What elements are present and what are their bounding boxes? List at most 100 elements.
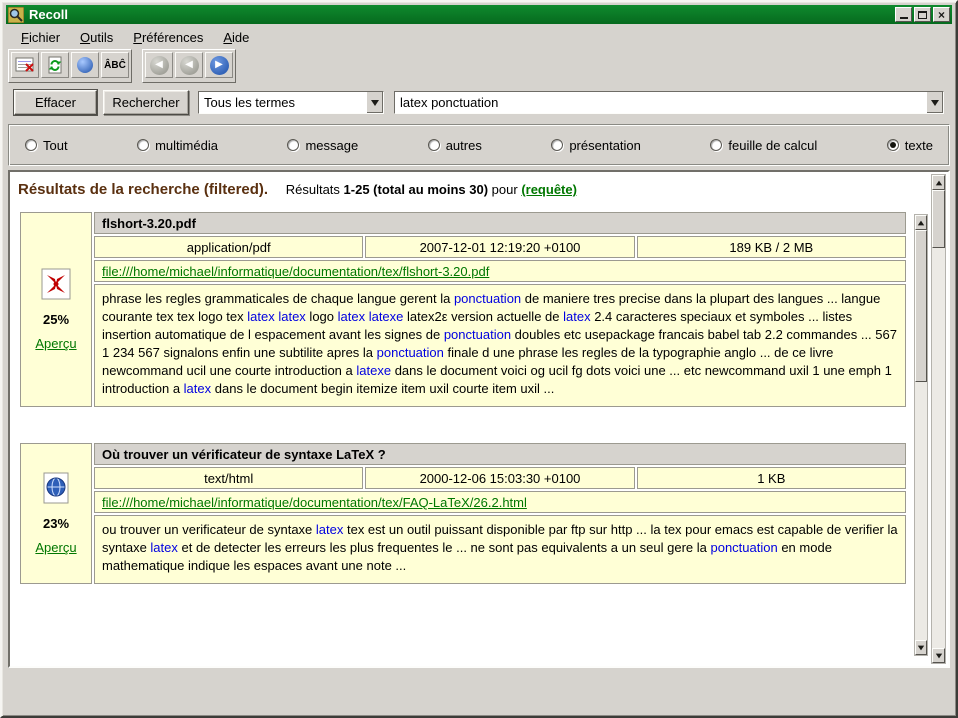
arrow-up-icon [918, 220, 924, 225]
preview-link[interactable]: Aperçu [35, 540, 76, 555]
result-date: 2007-12-01 12:19:20 +0100 [365, 236, 634, 258]
radio-icon [710, 139, 722, 151]
search-button[interactable]: Rechercher [103, 90, 189, 115]
next-page-button[interactable]: ▶ [205, 52, 233, 78]
result-url-row: file:///home/michael/informatique/docume… [94, 491, 906, 513]
first-page-button[interactable]: ◀ [145, 52, 173, 78]
clear-button[interactable]: Effacer [14, 90, 97, 115]
menu-item-aide[interactable]: Aide [214, 28, 258, 47]
clear-search-tool-button[interactable] [11, 52, 39, 78]
update-index-button[interactable] [41, 52, 69, 78]
menu-item-preferences[interactable]: Préférences [124, 28, 212, 47]
previous-page-icon: ◀ [180, 56, 199, 75]
filter-label: présentation [569, 138, 641, 153]
results-pane: Résultats de la recherche (filtered). Ré… [8, 170, 950, 668]
term-explorer-button[interactable] [71, 52, 99, 78]
result-url-link[interactable]: file:///home/michael/informatique/docume… [102, 495, 527, 510]
arrow-up-icon [935, 180, 941, 185]
status-bar [6, 671, 952, 713]
abstract-text: latex2ε version actuelle de [403, 309, 563, 324]
scroll-down-button[interactable] [915, 640, 927, 655]
radio-icon [137, 139, 149, 151]
search-mode-dropdown-button[interactable] [366, 92, 383, 113]
scrollbar-track[interactable] [915, 230, 927, 640]
pdf-icon [41, 268, 71, 300]
search-mode-select[interactable]: Tous les termes [198, 91, 384, 114]
radio-icon [428, 139, 440, 151]
result-meta-row: text/html 2000-12-06 15:03:30 +0100 1 KB [94, 467, 906, 489]
spell-tool-button[interactable]: ÂBĈ [101, 52, 129, 78]
arrow-down-icon [918, 645, 924, 650]
menubar: FichierOutilsPréférencesAide [6, 26, 952, 48]
abstract-text: logo [306, 309, 338, 324]
chevron-down-icon [931, 100, 939, 106]
maximize-button[interactable] [914, 7, 931, 22]
filter-label: autres [446, 138, 482, 153]
search-input[interactable] [395, 92, 926, 113]
preview-link[interactable]: Aperçu [35, 336, 76, 351]
next-page-icon: ▶ [210, 56, 229, 75]
filter-radio-tout[interactable]: Tout [25, 138, 68, 153]
relevance-percent: 23% [43, 516, 69, 531]
result-mime-type: application/pdf [94, 236, 363, 258]
result-url-link[interactable]: file:///home/michael/informatique/docume… [102, 264, 489, 279]
filter-label: feuille de calcul [728, 138, 817, 153]
scroll-up-button[interactable] [932, 175, 945, 190]
results-header: Résultats de la recherche (filtered). Ré… [10, 172, 948, 198]
filter-label: message [305, 138, 358, 153]
minimize-icon [900, 17, 908, 19]
minimize-button[interactable] [895, 7, 912, 22]
radio-icon [887, 139, 899, 151]
result-size: 1 KB [637, 467, 906, 489]
toolbar-group-main: ÂBĈ [8, 49, 132, 83]
toolbar: ÂBĈ ◀ ◀ ▶ [8, 49, 236, 83]
toolbar-group-nav: ◀ ◀ ▶ [142, 49, 236, 83]
first-page-icon: ◀ [150, 56, 169, 75]
abstract-text: dans le document begin itemize item uxil… [211, 381, 554, 396]
abstract-text: et de detecter les erreurs les plus freq… [178, 540, 711, 555]
result-entry-sidebar: 25% Aperçu [20, 212, 92, 407]
result-date: 2000-12-06 15:03:30 +0100 [365, 467, 634, 489]
results-list-scrollbar[interactable] [914, 214, 928, 656]
radio-icon [551, 139, 563, 151]
results-pane-scrollbar[interactable] [931, 174, 946, 664]
menu-item-outils[interactable]: Outils [71, 28, 122, 47]
previous-page-button[interactable]: ◀ [175, 52, 203, 78]
relevance-percent: 25% [43, 312, 69, 327]
filter-radio-feuille-de-calcul[interactable]: feuille de calcul [710, 138, 817, 153]
result-abstract: phrase les regles grammaticales de chaqu… [94, 284, 906, 407]
query-link[interactable]: (requête) [521, 182, 577, 197]
result-title: flshort-3.20.pdf [94, 212, 906, 234]
filter-radio-multimedia[interactable]: multimédia [137, 138, 218, 153]
close-button[interactable]: × [933, 7, 950, 22]
close-icon: × [938, 9, 945, 21]
abstract-text: ou trouver un verificateur de syntaxe [102, 522, 316, 537]
scroll-up-button[interactable] [915, 215, 927, 230]
scrollbar-thumb[interactable] [932, 190, 945, 248]
filter-radio-texte[interactable]: texte [887, 138, 933, 153]
scrollbar-track[interactable] [932, 190, 945, 648]
result-entry: 25% Aperçu flshort-3.20.pdf application/… [20, 212, 906, 407]
scrollbar-thumb[interactable] [915, 230, 927, 382]
scroll-down-button[interactable] [932, 648, 945, 663]
result-entry: 23% Aperçu Où trouver un vérificateur de… [20, 443, 906, 584]
filter-radio-message[interactable]: message [287, 138, 358, 153]
result-url-row: file:///home/michael/informatique/docume… [94, 260, 906, 282]
search-row: Effacer Rechercher Tous les termes [2, 88, 956, 118]
result-abstract: ou trouver un verificateur de syntaxe la… [94, 515, 906, 584]
results-header-title: Résultats de la recherche (filtered). [18, 181, 268, 198]
filter-radio-autres[interactable]: autres [428, 138, 482, 153]
highlighted-term: ponctuation [454, 291, 521, 306]
menu-item-fichier[interactable]: Fichier [12, 28, 69, 47]
query-history-dropdown-button[interactable] [926, 92, 943, 113]
result-mime-type: text/html [94, 467, 363, 489]
filter-radio-presentation[interactable]: présentation [551, 138, 641, 153]
filter-label: multimédia [155, 138, 218, 153]
result-entry-sidebar: 23% Aperçu [20, 443, 92, 584]
radio-icon [287, 139, 299, 151]
maximize-icon [918, 11, 927, 19]
abstract-text: phrase les regles grammaticales de chaqu… [102, 291, 454, 306]
results-header-counts: Résultats 1-25 (total au moins 30) pour … [286, 182, 577, 197]
result-entry-body: flshort-3.20.pdf application/pdf 2007-12… [94, 212, 906, 407]
highlighted-term: latexe [356, 363, 391, 378]
